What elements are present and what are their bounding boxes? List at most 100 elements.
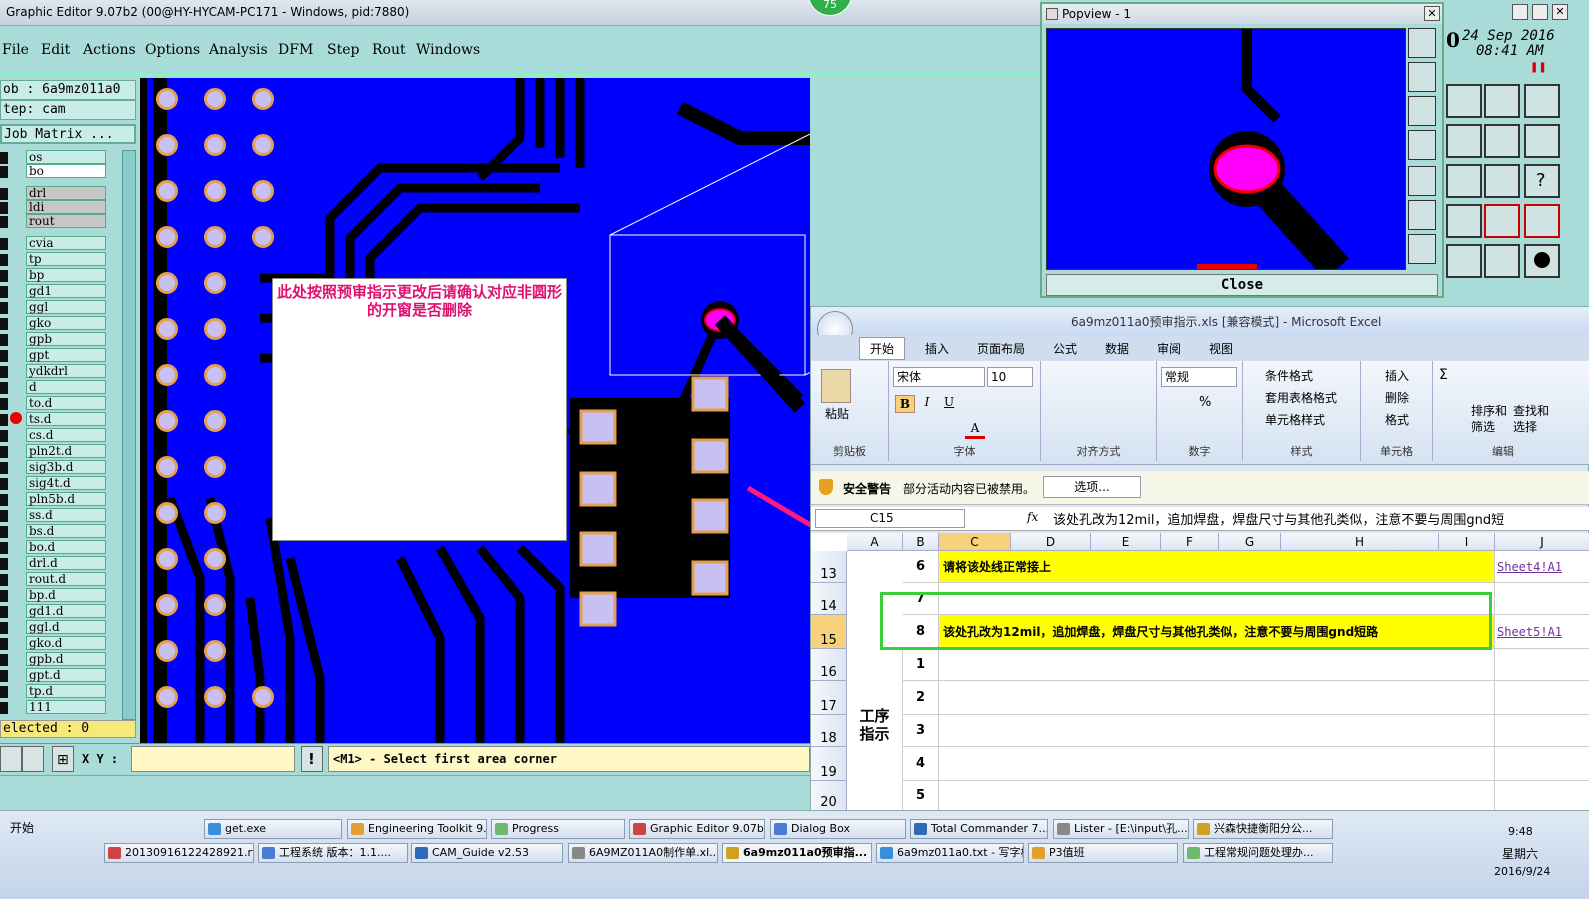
menu-analysis[interactable]: Analysis (209, 42, 268, 58)
cell-c[interactable] (939, 715, 1495, 747)
italic-button[interactable]: I (917, 395, 937, 413)
menu-edit[interactable]: Edit (41, 42, 70, 58)
column-header[interactable]: I (1439, 533, 1495, 551)
tool-button-i[interactable] (1446, 204, 1482, 238)
layer-item[interactable]: gko (26, 316, 106, 330)
menu-step[interactable]: Step (327, 42, 359, 58)
view-button-1[interactable] (1408, 28, 1436, 58)
bold-button[interactable]: B (895, 395, 915, 413)
popview-canvas[interactable] (1046, 28, 1406, 270)
security-options-button[interactable]: 选项... (1043, 476, 1141, 498)
font-name-select[interactable]: 宋体 (893, 367, 985, 387)
layer-checkbox[interactable] (0, 526, 8, 538)
layer-checkbox[interactable] (0, 606, 8, 618)
start-button[interactable]: 开始 (0, 819, 44, 839)
layer-item[interactable]: d (26, 380, 106, 394)
layer-item[interactable]: gpt.d (26, 668, 106, 682)
window-close-icon[interactable]: ✕ (1552, 4, 1568, 20)
table-format-button[interactable]: 套用表格格式 (1265, 389, 1337, 406)
close-icon[interactable]: ✕ (1424, 6, 1440, 21)
column-header[interactable]: B (903, 533, 939, 551)
row-header[interactable]: 15 (811, 615, 847, 649)
fx-icon[interactable]: fx (1027, 510, 1038, 524)
layer-checkbox[interactable] (0, 216, 8, 228)
cell-b[interactable]: 2 (903, 681, 939, 715)
tool-button-j[interactable] (1484, 204, 1520, 238)
tool-button-b[interactable] (1484, 84, 1520, 118)
row-header[interactable]: 13 (811, 551, 847, 583)
snap-grid-button[interactable]: ⊞ (52, 746, 74, 772)
cell-j-link[interactable] (1495, 781, 1589, 811)
cell-c[interactable]: 请将该处线正常接上 (939, 551, 1495, 583)
view-button-4[interactable] (1408, 130, 1436, 160)
layer-checkbox[interactable] (0, 398, 8, 410)
layer-checkbox[interactable] (0, 350, 8, 362)
taskbar-button[interactable]: 工程系统 版本：1.1.... (258, 843, 408, 863)
taskbar-button[interactable]: CAM_Guide v2.53 (411, 843, 563, 863)
taskbar-button[interactable]: Lister - [E:\input\孔... (1053, 819, 1189, 839)
cell-j-link[interactable]: Sheet5!A1 (1495, 615, 1589, 649)
delete-cells-button[interactable]: 删除 (1385, 389, 1409, 406)
help-button[interactable]: ? (1524, 164, 1560, 198)
taskbar-button[interactable]: 工程常规问题处理办... (1183, 843, 1333, 863)
sheet-grid[interactable]: A B C D E F G H I J 13 6 请将该处线正常接上 Sheet4!A1 14 7 15 8 该处孔… (811, 533, 1589, 811)
layer-item[interactable]: to.d (26, 396, 106, 410)
layer-item[interactable]: gpb (26, 332, 106, 346)
cell-j-link[interactable] (1495, 681, 1589, 715)
taskbar-button[interactable]: Engineering Toolkit 9.... (347, 819, 487, 839)
sigma-icon[interactable]: Σ (1439, 367, 1448, 383)
tab-page-layout[interactable]: 页面布局 (977, 340, 1025, 357)
column-header[interactable]: F (1161, 533, 1219, 551)
layer-checkbox[interactable] (0, 270, 8, 282)
tool-button-g[interactable] (1446, 164, 1482, 198)
tool-button-l[interactable] (1446, 244, 1482, 278)
row-header[interactable]: 16 (811, 649, 847, 681)
layer-checkbox[interactable] (0, 622, 8, 634)
layer-item[interactable]: gd1 (26, 284, 106, 298)
tool-button-d[interactable] (1446, 124, 1482, 158)
conditional-format-button[interactable]: 条件格式 (1265, 367, 1313, 384)
menu-dfm[interactable]: DFM (278, 42, 313, 58)
layer-item[interactable]: 111 (26, 700, 106, 714)
taskbar-button[interactable]: P3值班 (1028, 843, 1178, 863)
layer-item[interactable]: ss.d (26, 508, 106, 522)
layer-checkbox[interactable] (0, 478, 8, 490)
menu-options[interactable]: Options (145, 42, 200, 58)
layer-item[interactable]: gko.d (26, 636, 106, 650)
layer-item[interactable]: rout (26, 214, 106, 228)
layer-checkbox[interactable] (0, 590, 8, 602)
tool-button-k[interactable] (1524, 204, 1560, 238)
layer-checkbox[interactable] (0, 702, 8, 714)
layer-item[interactable]: cvia (26, 236, 106, 250)
tool-button-n[interactable] (1524, 244, 1560, 278)
taskbar-button[interactable]: 6a9mz011a0.txt - 写字板 (876, 843, 1024, 863)
paste-button[interactable] (821, 369, 851, 403)
taskbar-button[interactable]: 兴森快捷衡阳分公... (1193, 819, 1333, 839)
layer-checkbox[interactable] (0, 558, 8, 570)
layer-item[interactable]: bp.d (26, 588, 106, 602)
font-size-select[interactable]: 10 (987, 367, 1033, 387)
layer-item[interactable]: pln5b.d (26, 492, 106, 506)
tool-button-f[interactable] (1524, 124, 1560, 158)
taskbar-button[interactable]: 6A9MZ011A0制作单.xl... (568, 843, 718, 863)
tab-formulas[interactable]: 公式 (1053, 340, 1077, 357)
layer-checkbox[interactable] (0, 494, 8, 506)
tab-data[interactable]: 数据 (1105, 340, 1129, 357)
layer-item[interactable]: gpb.d (26, 652, 106, 666)
menu-file[interactable]: File (2, 42, 29, 58)
view-button-3[interactable] (1408, 96, 1436, 126)
cell-b[interactable]: 6 (903, 551, 939, 583)
format-cells-button[interactable]: 格式 (1385, 411, 1409, 428)
layer-checkbox[interactable] (0, 446, 8, 458)
column-header[interactable]: J (1495, 533, 1589, 551)
view-button-6[interactable] (1408, 200, 1436, 230)
layer-checkbox[interactable] (0, 152, 8, 164)
taskbar-button[interactable]: Progress (491, 819, 625, 839)
layer-checkbox[interactable] (0, 188, 8, 200)
taskbar-button[interactable]: Total Commander 7.... (910, 819, 1048, 839)
cell-j-link[interactable] (1495, 747, 1589, 781)
layer-scrollbar[interactable] (122, 150, 136, 720)
cell-b[interactable]: 1 (903, 649, 939, 681)
layer-checkbox[interactable] (0, 542, 8, 554)
name-box[interactable]: C15 (815, 509, 965, 528)
